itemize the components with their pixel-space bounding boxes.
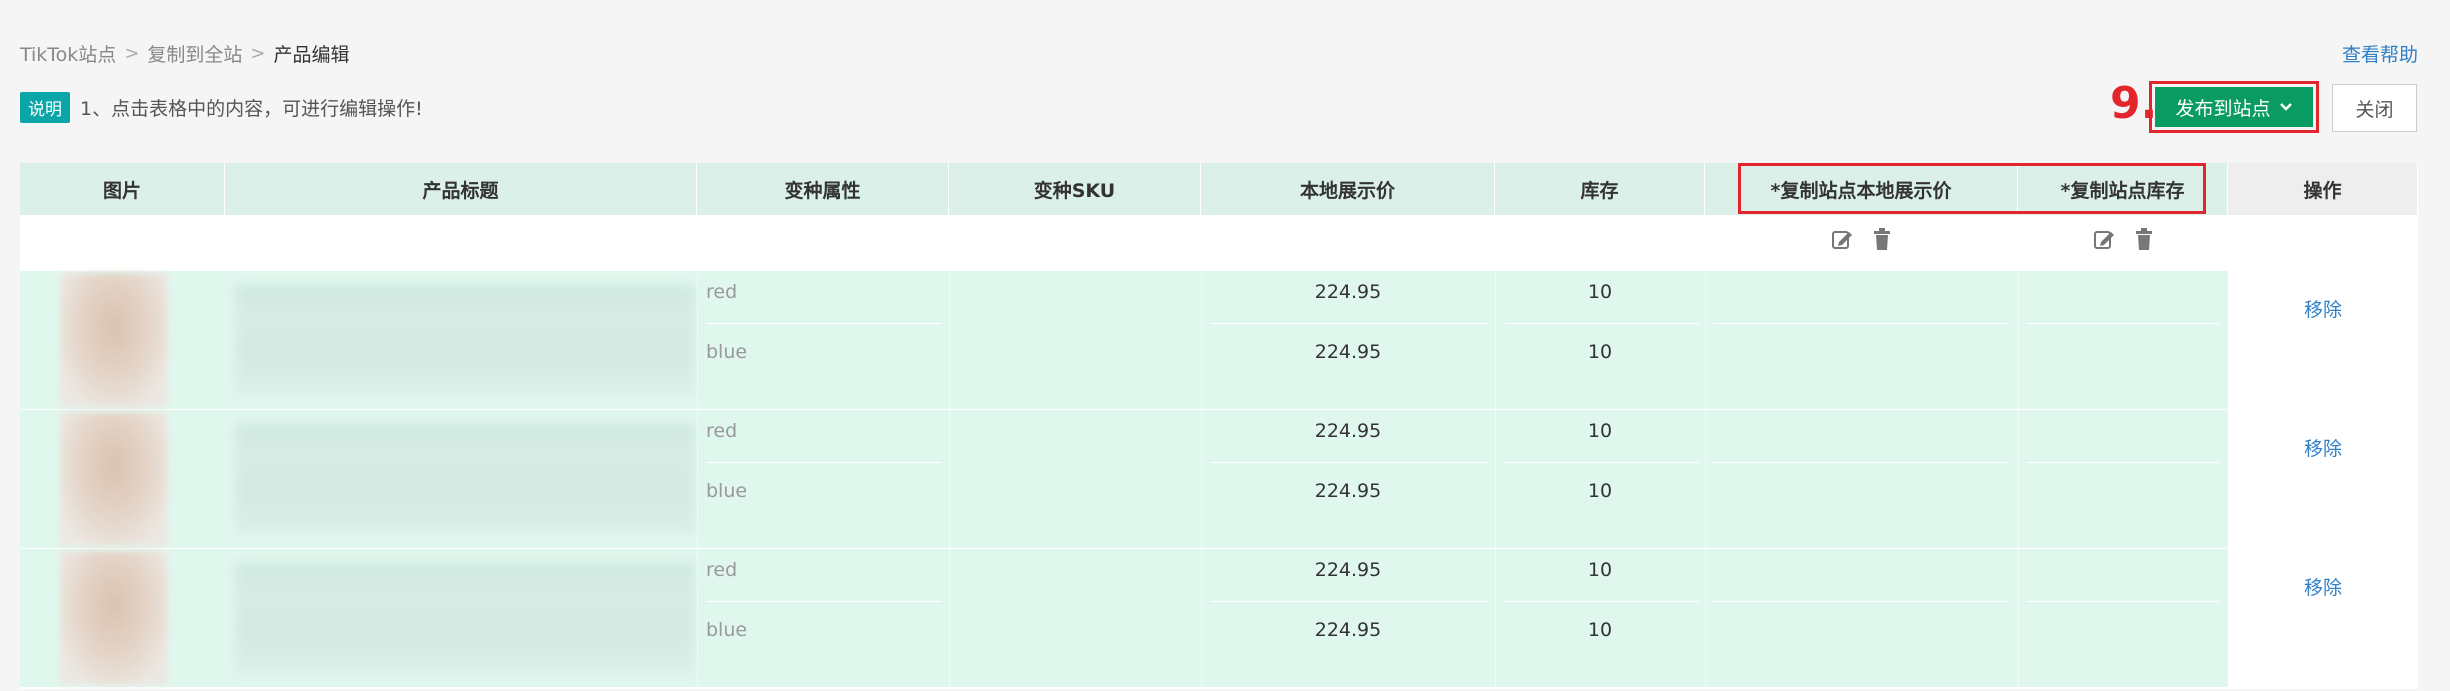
variant-attr[interactable]: blue — [706, 619, 747, 641]
variant-attr[interactable]: red — [706, 420, 737, 442]
trash-icon[interactable] — [2132, 227, 2156, 251]
table-row: red 224.95 10 blue 224.95 10 移除 — [20, 549, 2418, 689]
notice-text: 1、点击表格中的内容，可进行编辑操作! — [80, 98, 423, 120]
product-image[interactable] — [60, 551, 168, 685]
breadcrumb-item-current: 产品编辑 — [273, 44, 350, 66]
remove-link[interactable]: 移除 — [2228, 434, 2418, 461]
header-variant-attr: 变种属性 — [697, 163, 949, 215]
edit-icon[interactable] — [1830, 227, 1854, 251]
breadcrumb-item-tiktok[interactable]: TikTok站点 — [20, 40, 116, 67]
table-row: red 224.95 10 blue 224.95 10 移除 — [20, 271, 2418, 411]
variant-attr[interactable]: blue — [706, 480, 747, 502]
publish-highlight-box: 发布到站点 — [2149, 81, 2319, 133]
product-image[interactable] — [60, 273, 168, 407]
variant-attr[interactable]: red — [706, 559, 737, 581]
header-actions: 操作 — [2228, 163, 2418, 215]
edit-icon[interactable] — [2092, 227, 2116, 251]
header-stock: 库存 — [1495, 163, 1705, 215]
table-row: red 224.95 10 blue 224.95 10 移除 — [20, 410, 2418, 550]
product-image[interactable] — [60, 412, 168, 546]
variant-attr[interactable]: red — [706, 281, 737, 303]
breadcrumb: TikTok站点 > 复制到全站 > 产品编辑 — [20, 40, 350, 67]
notice: 说明 1、点击表格中的内容，可进行编辑操作! — [20, 92, 423, 123]
bulk-edit-row — [20, 215, 2418, 271]
chevron-right-icon: > — [124, 43, 140, 64]
variant-stock[interactable]: 10 — [1450, 281, 1750, 303]
action-cell — [2228, 410, 2418, 548]
copy-columns-highlight-box — [1738, 163, 2206, 214]
variant-stock[interactable]: 10 — [1450, 619, 1750, 641]
variant-stock[interactable]: 10 — [1450, 341, 1750, 363]
product-title[interactable] — [235, 285, 695, 395]
breadcrumb-item-copy[interactable]: 复制到全站 — [147, 40, 242, 67]
action-cell — [2228, 549, 2418, 687]
variant-stock[interactable]: 10 — [1450, 559, 1750, 581]
header-local-price: 本地展示价 — [1201, 163, 1495, 215]
variant-stock[interactable]: 10 — [1450, 480, 1750, 502]
header-variant-sku: 变种SKU — [949, 163, 1201, 215]
product-title[interactable] — [235, 424, 695, 534]
publish-button[interactable]: 发布到站点 — [2155, 87, 2313, 127]
help-link[interactable]: 查看帮助 — [2342, 40, 2418, 67]
remove-link[interactable]: 移除 — [2228, 295, 2418, 322]
header-title: 产品标题 — [225, 163, 697, 215]
variant-attr[interactable]: blue — [706, 341, 747, 363]
publish-button-label: 发布到站点 — [2175, 97, 2271, 120]
header-image: 图片 — [20, 163, 225, 215]
action-cell — [2228, 271, 2418, 409]
close-button[interactable]: 关闭 — [2332, 84, 2417, 132]
notice-badge: 说明 — [20, 92, 70, 123]
trash-icon[interactable] — [1870, 227, 1894, 251]
chevron-down-icon — [2279, 103, 2292, 111]
product-title[interactable] — [235, 563, 695, 673]
chevron-right-icon: > — [250, 43, 266, 64]
variant-stock[interactable]: 10 — [1450, 420, 1750, 442]
remove-link[interactable]: 移除 — [2228, 573, 2418, 600]
